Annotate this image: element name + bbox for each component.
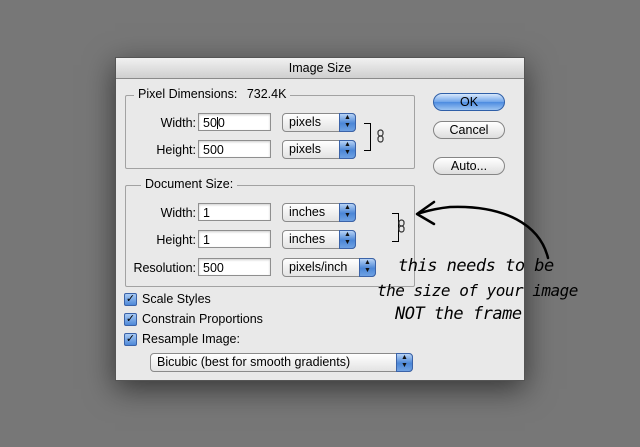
hand-drawn-arrow (415, 200, 550, 260)
annotation-line-2: the size of your image (377, 281, 578, 300)
annotation-line-3: NOT the frame (395, 304, 522, 324)
annotation-line-1: this needs to be (398, 256, 554, 276)
